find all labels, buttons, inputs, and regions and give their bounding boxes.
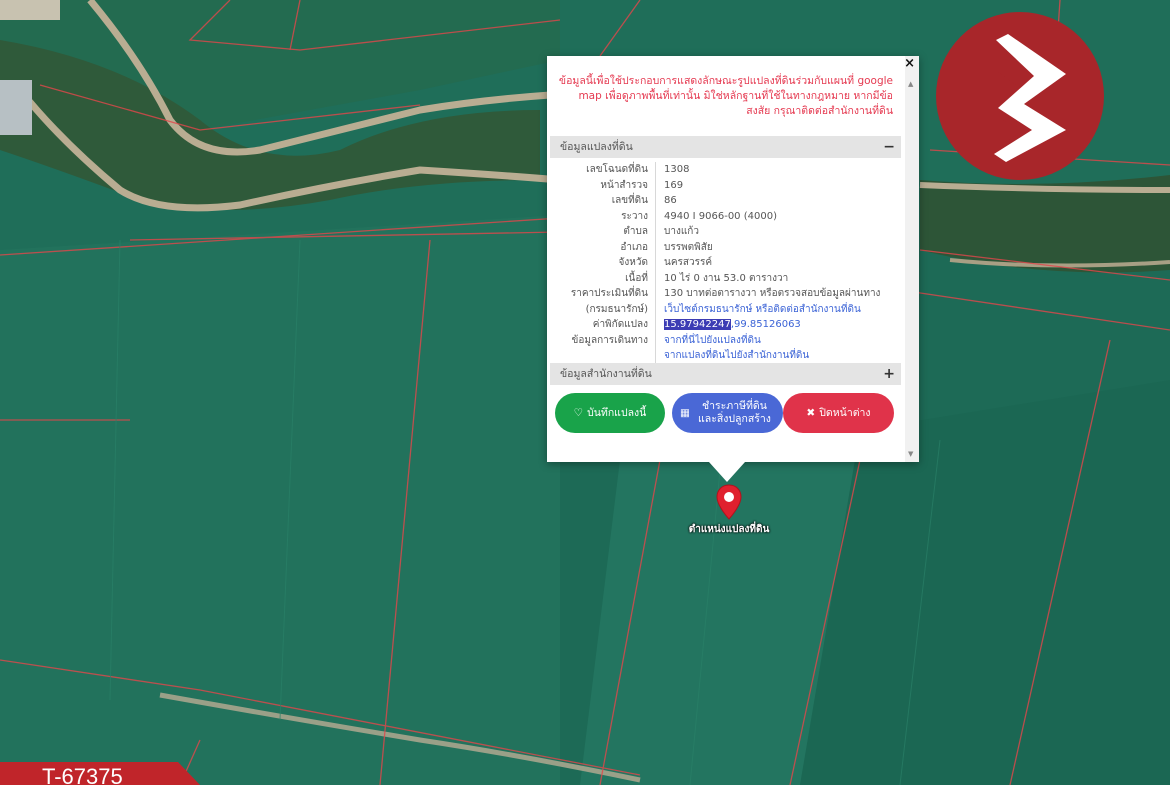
info-row-travel-office: จากแปลงที่ดินไปยังสำนักงานที่ดิน bbox=[550, 348, 901, 364]
section-land-info-title: ข้อมูลแปลงที่ดิน bbox=[560, 141, 633, 153]
row-label: ระวาง bbox=[550, 208, 656, 224]
directions-to-land-link[interactable]: จากที่นี่ไปยังแปลงที่ดิน bbox=[656, 333, 761, 349]
row-label: หน้าสำรวจ bbox=[550, 177, 656, 193]
info-row-district: อำเภอ บรรพตพิสัย bbox=[550, 239, 901, 255]
pay-land-tax-label: ชำระภาษีที่ดินและสิ่งปลูกสร้าง bbox=[698, 400, 771, 425]
land-info-popup: ▲ ▼ × ข้อมูลนี้เพื่อใช้ประกอบการแสดงลักษ… bbox=[547, 56, 919, 482]
row-label: ค่าพิกัดแปลง bbox=[550, 317, 656, 333]
listing-code: T-67375 bbox=[42, 764, 123, 785]
row-label: เลขโฉนดที่ดิน bbox=[550, 162, 656, 178]
close-window-button[interactable]: ✖ ปิดหน้าต่าง bbox=[783, 393, 894, 433]
info-row-province: จังหวัด นครสวรรค์ bbox=[550, 255, 901, 271]
info-row-land-number: เลขที่ดิน 86 bbox=[550, 193, 901, 209]
treasury-link[interactable]: เว็บไซต์กรมธนารักษ์ หรือติดต่อสำนักงานที… bbox=[656, 302, 861, 318]
row-value: 169 bbox=[664, 179, 684, 191]
location-pin-icon[interactable] bbox=[716, 484, 742, 520]
row-value: นครสวรรค์ bbox=[664, 257, 713, 268]
coordinates-value[interactable]: 15.97942247,99.85126063 bbox=[656, 317, 801, 333]
row-value: 86 bbox=[664, 195, 677, 206]
info-row-appraisal-source: (กรมธนารักษ์) เว็บไซต์กรมธนารักษ์ หรือติ… bbox=[550, 301, 901, 318]
info-row-area: เนื้อที่ 10 ไร่ 0 งาน 53.0 ตารางวา bbox=[550, 270, 901, 286]
popup-tail bbox=[709, 462, 745, 482]
disclaimer-notice: ข้อมูลนี้เพื่อใช้ประกอบการแสดงลักษณะรูปแ… bbox=[558, 75, 893, 117]
row-value: 4940 I 9066-00 (4000) bbox=[664, 210, 777, 222]
row-label: ข้อมูลการเดินทาง bbox=[550, 332, 656, 348]
marker-label: ตำแหน่งแปลงที่ดิน bbox=[688, 524, 770, 535]
info-row-travel: ข้อมูลการเดินทาง จากที่นี่ไปยังแปลงที่ดิ… bbox=[550, 332, 901, 349]
heart-icon: ♡ bbox=[573, 406, 584, 419]
section-office-info[interactable]: ข้อมูลสำนักงานที่ดิน + bbox=[550, 363, 901, 385]
coordinates-selected: 15.97942247 bbox=[664, 319, 731, 330]
close-window-label: ปิดหน้าต่าง bbox=[819, 406, 871, 419]
row-label: จังหวัด bbox=[550, 255, 656, 271]
section-land-info[interactable]: ข้อมูลแปลงที่ดิน − bbox=[550, 136, 901, 158]
info-row-coordinates: ค่าพิกัดแปลง 15.97942247,99.85126063 bbox=[550, 317, 901, 333]
expand-icon[interactable]: + bbox=[883, 363, 895, 385]
collapse-icon[interactable]: − bbox=[883, 136, 895, 158]
section-office-info-title: ข้อมูลสำนักงานที่ดิน bbox=[560, 368, 652, 380]
scroll-down-icon[interactable]: ▼ bbox=[908, 450, 913, 458]
row-label: เนื้อที่ bbox=[550, 270, 656, 286]
land-info-table: เลขโฉนดที่ดิน 1308 หน้าสำรวจ 169 เลขที่ด… bbox=[550, 162, 901, 364]
info-row-deed-number: เลขโฉนดที่ดิน 1308 bbox=[550, 162, 901, 178]
close-icon[interactable]: × bbox=[904, 57, 915, 71]
map-view[interactable]: ตำแหน่งแปลงที่ดิน ▲ ▼ × ข้อมูลนี้เพื่อใช… bbox=[0, 0, 1170, 785]
popup-scrollbar[interactable]: ▲ ▼ bbox=[905, 56, 919, 462]
row-label bbox=[550, 348, 656, 364]
row-value: 1308 bbox=[664, 164, 690, 175]
save-parcel-label: บันทึกแปลงนี้ bbox=[587, 406, 647, 419]
row-label: ตำบล bbox=[550, 224, 656, 240]
table-icon: ▦ bbox=[680, 406, 690, 419]
coordinates-rest: ,99.85126063 bbox=[730, 319, 801, 330]
save-parcel-button[interactable]: ♡ บันทึกแปลงนี้ bbox=[555, 393, 665, 433]
row-label: ราคาประเมินที่ดิน bbox=[550, 286, 656, 302]
info-row-sheet: ระวาง 4940 I 9066-00 (4000) bbox=[550, 208, 901, 224]
directions-to-office-link[interactable]: จากแปลงที่ดินไปยังสำนักงานที่ดิน bbox=[656, 348, 809, 364]
close-x-icon: ✖ bbox=[806, 406, 816, 419]
info-row-subdistrict: ตำบล บางแก้ว bbox=[550, 224, 901, 240]
row-value: 130 บาทต่อตารางวา หรือตรวจสอบข้อมูลผ่านท… bbox=[664, 288, 881, 299]
row-label: เลขที่ดิน bbox=[550, 193, 656, 209]
info-row-appraisal: ราคาประเมินที่ดิน 130 บาทต่อตารางวา หรือ… bbox=[550, 286, 901, 302]
info-row-survey-page: หน้าสำรวจ 169 bbox=[550, 177, 901, 193]
scroll-up-icon[interactable]: ▲ bbox=[908, 80, 913, 88]
row-value: 10 ไร่ 0 งาน 53.0 ตารางวา bbox=[664, 272, 789, 284]
brand-logo-icon bbox=[936, 12, 1104, 180]
pay-land-tax-button[interactable]: ▦ ชำระภาษีที่ดินและสิ่งปลูกสร้าง bbox=[672, 393, 783, 433]
row-label: อำเภอ bbox=[550, 239, 656, 255]
row-value: บรรพตพิสัย bbox=[664, 241, 713, 253]
row-value: บางแก้ว bbox=[664, 226, 699, 237]
row-label: (กรมธนารักษ์) bbox=[550, 301, 656, 317]
